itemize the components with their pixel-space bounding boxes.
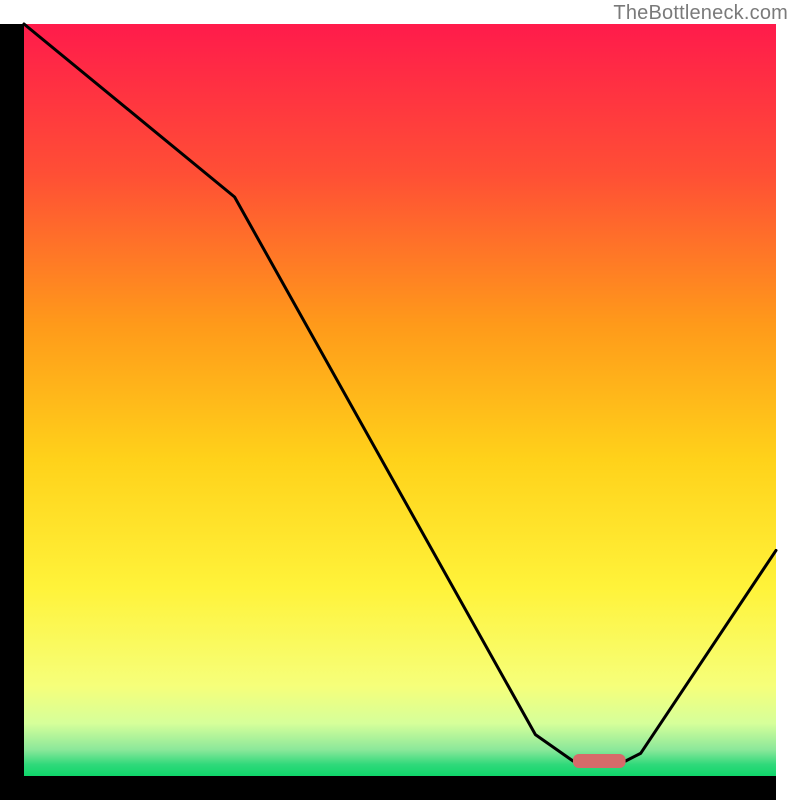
chart-svg [0,0,800,800]
plot-background [24,24,776,776]
x-axis-bar [0,776,776,800]
bottleneck-chart: TheBottleneck.com [0,0,800,800]
y-axis-bar [0,24,24,800]
optimal-marker [573,754,626,768]
watermark-text: TheBottleneck.com [613,2,788,25]
